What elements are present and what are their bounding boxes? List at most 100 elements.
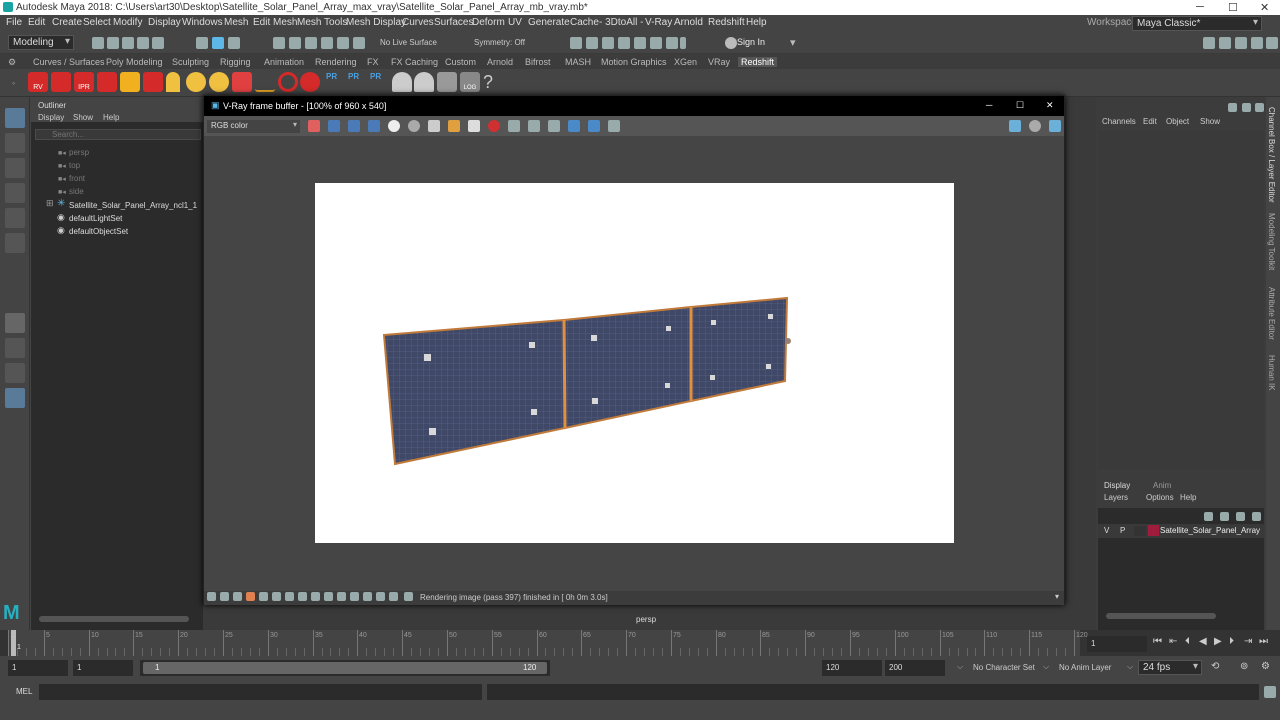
menu-curves[interactable]: Curves (402, 17, 434, 28)
redshift-render-icon[interactable] (51, 72, 71, 92)
shelf-tab-sculpting[interactable]: Sculpting (172, 57, 209, 67)
outliner-item-persp[interactable]: persp (69, 148, 89, 157)
anim-end-field[interactable]: 200 (885, 660, 945, 676)
lens-effects-icon[interactable] (608, 120, 620, 132)
timeline-ruler[interactable]: 1510152025303540455055606570758085909510… (8, 630, 1088, 656)
redshift-area-light-icon[interactable] (186, 72, 206, 92)
vfb-minimize-button[interactable]: ─ (986, 100, 992, 110)
menu-mesh-tools[interactable]: Mesh Tools (297, 17, 347, 28)
shelf-menu-icon[interactable]: ◦ (12, 78, 15, 88)
redshift-proxy-icon[interactable] (97, 72, 117, 92)
vfb-status-icon[interactable] (207, 592, 216, 601)
channel-box-option-icon[interactable] (1228, 103, 1237, 112)
modeling-toolkit-icon[interactable] (1203, 37, 1215, 49)
redshift-ies-icon[interactable] (255, 72, 275, 92)
menu-deform[interactable]: Deform (472, 17, 505, 28)
vfb-status-icon[interactable] (324, 592, 333, 601)
channel-box-option-icon[interactable] (1255, 103, 1264, 112)
menu-generate[interactable]: Generate (528, 17, 570, 28)
outliner-item-front[interactable]: front (69, 174, 85, 183)
open-scene-icon[interactable] (107, 37, 119, 49)
select-object-icon[interactable] (212, 37, 224, 49)
vfb-status-icon[interactable] (404, 592, 413, 601)
step-back-icon[interactable]: ⏴ (1185, 636, 1190, 647)
two-pane-layout-icon[interactable] (5, 363, 25, 383)
move-tool-icon[interactable] (5, 183, 25, 203)
fps-select[interactable]: 24 fps (1138, 660, 1202, 675)
layer-row[interactable]: V P Satellite_Solar_Panel_Array (1098, 524, 1264, 538)
shelf-tab-curves-surfaces[interactable]: Curves / Surfaces (33, 57, 105, 67)
shelf-tab-custom[interactable]: Custom (445, 57, 476, 67)
new-scene-icon[interactable] (92, 37, 104, 49)
vfb-status-icon[interactable] (246, 592, 255, 601)
vfb-status-icon[interactable] (389, 592, 398, 601)
shelf-tab-bifrost[interactable]: Bifrost (525, 57, 551, 67)
snap-orient-icon[interactable] (353, 37, 365, 49)
sign-in-button[interactable]: Sign In (737, 37, 765, 47)
render-icon[interactable] (1029, 120, 1041, 132)
attribute-editor-icon[interactable] (1219, 37, 1231, 49)
vfb-canvas[interactable] (204, 136, 1064, 591)
maximize-button[interactable]: ☐ (1228, 1, 1238, 14)
layer-playback-toggle[interactable]: P (1120, 526, 1125, 535)
outliner-item-side[interactable]: side (69, 187, 84, 196)
redshift-pr3-icon[interactable]: PR (370, 72, 390, 92)
outliner-search-input[interactable] (35, 129, 201, 140)
step-back-key-icon[interactable]: ⇤ (1169, 636, 1177, 647)
outliner-scrollbar[interactable] (39, 616, 189, 622)
snap-grid-icon[interactable] (273, 37, 285, 49)
redshift-rv-icon[interactable]: RV (28, 72, 48, 92)
vfb-close-button[interactable]: ✕ (1046, 100, 1054, 111)
expand-icon[interactable]: ⊞ (46, 198, 54, 209)
menu-mesh[interactable]: Mesh (224, 17, 248, 28)
clear-image-icon[interactable] (468, 120, 480, 132)
tool-settings-icon[interactable] (1235, 37, 1247, 49)
start-time-field[interactable]: 1 (8, 660, 68, 676)
loop-icon[interactable]: ⟲ (1211, 661, 1219, 672)
menu-modify[interactable]: Modify (113, 17, 142, 28)
redshift-light-icon[interactable] (166, 72, 180, 92)
color-corrections-icon[interactable] (308, 120, 320, 132)
outliner-item-satellite-group[interactable]: Satellite_Solar_Panel_Array_ncl1_1 (69, 201, 197, 210)
outliner-menu-help[interactable]: Help (103, 113, 119, 122)
menu-arnold[interactable]: Arnold (674, 17, 703, 28)
menu-file[interactable]: File (6, 17, 22, 28)
workspace-select[interactable]: Maya Classic* (1132, 16, 1262, 31)
minimize-button[interactable]: ─ (1196, 1, 1204, 13)
select-component-icon[interactable] (228, 37, 240, 49)
redshift-ipr-icon[interactable]: IPR (74, 72, 94, 92)
outliner-menu-display[interactable]: Display (38, 113, 64, 122)
menu-surfaces[interactable]: Surfaces (434, 17, 473, 28)
teapot-icon[interactable] (1049, 120, 1061, 132)
link-icon[interactable] (548, 120, 560, 132)
pause-icon[interactable] (680, 37, 686, 49)
vfb-status-icon[interactable] (376, 592, 385, 601)
redshift-shader-icon[interactable] (414, 72, 434, 92)
redshift-pr2-icon[interactable]: PR (348, 72, 368, 92)
vfb-status-icon[interactable] (233, 592, 242, 601)
stop-render-icon[interactable] (488, 120, 500, 132)
play-forward-icon[interactable]: ▶ (1214, 636, 1222, 647)
layer-menu-layers[interactable]: Layers (1104, 493, 1128, 502)
channel-box-option-icon[interactable] (1242, 103, 1251, 112)
mono-icon[interactable] (408, 120, 420, 132)
shelf-tab-animation[interactable]: Animation (264, 57, 304, 67)
move-layer-down-icon[interactable] (1220, 512, 1229, 521)
region-render-icon[interactable] (508, 120, 520, 132)
end-time-field[interactable]: 120 (822, 660, 882, 676)
snap-curve-icon[interactable] (289, 37, 301, 49)
select-tool-icon[interactable] (5, 108, 25, 128)
vfb-status-icon[interactable] (350, 592, 359, 601)
current-frame-field[interactable]: 1 (1087, 636, 1147, 652)
vfb-status-icon[interactable] (337, 592, 346, 601)
render-interactive-icon[interactable] (1009, 120, 1021, 132)
character-set-select[interactable]: No Character Set (973, 663, 1035, 672)
auto-key-icon[interactable]: ⊚ (1240, 661, 1248, 672)
live-surface-label[interactable]: No Live Surface (380, 38, 437, 47)
menu-redshift[interactable]: Redshift (708, 17, 745, 28)
redshift-dome-light-icon[interactable] (209, 72, 229, 92)
side-tab-channel-box[interactable]: Channel Box / Layer Editor (1267, 107, 1276, 203)
menu-create[interactable]: Create (52, 17, 82, 28)
vfb-status-icon[interactable] (220, 592, 229, 601)
vfb-maximize-button[interactable]: ☐ (1016, 100, 1024, 111)
